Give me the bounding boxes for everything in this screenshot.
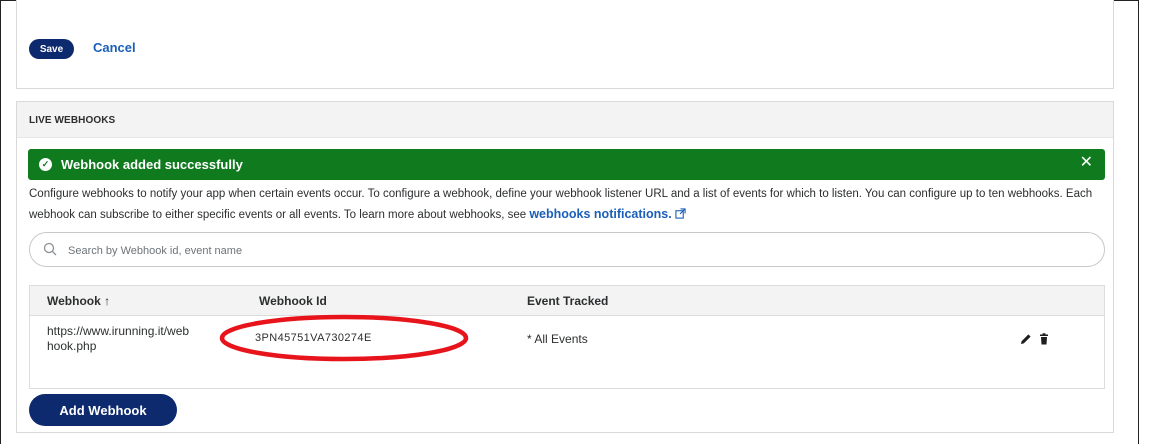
webhook-url-line2: hook.php [47,339,97,353]
webhook-url-line1: https://www.irunning.it/web [47,324,190,338]
webhooks-notifications-link[interactable]: webhooks notifications. [529,207,671,221]
webhooks-table: Webhook ↑ Webhook Id Event Tracked https… [29,285,1105,389]
close-icon[interactable]: ✕ [1080,155,1093,171]
add-webhook-button[interactable]: Add Webhook [29,394,177,426]
search-box[interactable] [29,232,1105,267]
check-circle-icon: ✓ [39,158,52,171]
column-header-webhook[interactable]: Webhook ↑ [47,294,110,308]
alert-message: Webhook added successfully [61,157,243,172]
edit-form-card: Save Cancel [16,0,1114,89]
success-alert: ✓ Webhook added successfully ✕ [28,149,1105,180]
column-header-webhook-id: Webhook Id [259,294,327,308]
external-link-icon[interactable] [675,208,686,221]
section-title: LIVE WEBHOOKS [29,115,116,126]
search-icon [43,242,57,256]
trash-icon[interactable] [1038,333,1050,345]
event-tracked: * All Events [527,332,588,346]
webhook-id: 3PN45751VA730274E [255,332,372,344]
pencil-icon[interactable] [1020,333,1032,345]
section-header: LIVE WEBHOOKS [17,102,1113,138]
search-input[interactable] [66,241,970,261]
save-button[interactable]: Save [29,39,74,59]
live-webhooks-section: LIVE WEBHOOKS ✓ Webhook added successful… [16,101,1114,433]
table-header: Webhook ↑ Webhook Id Event Tracked [30,286,1104,316]
webhook-url: https://www.irunning.it/web hook.php [47,324,189,354]
column-header-event-tracked: Event Tracked [527,294,609,308]
webhooks-description: Configure webhooks to notify your app wh… [29,184,1107,225]
cancel-link[interactable]: Cancel [93,40,136,55]
